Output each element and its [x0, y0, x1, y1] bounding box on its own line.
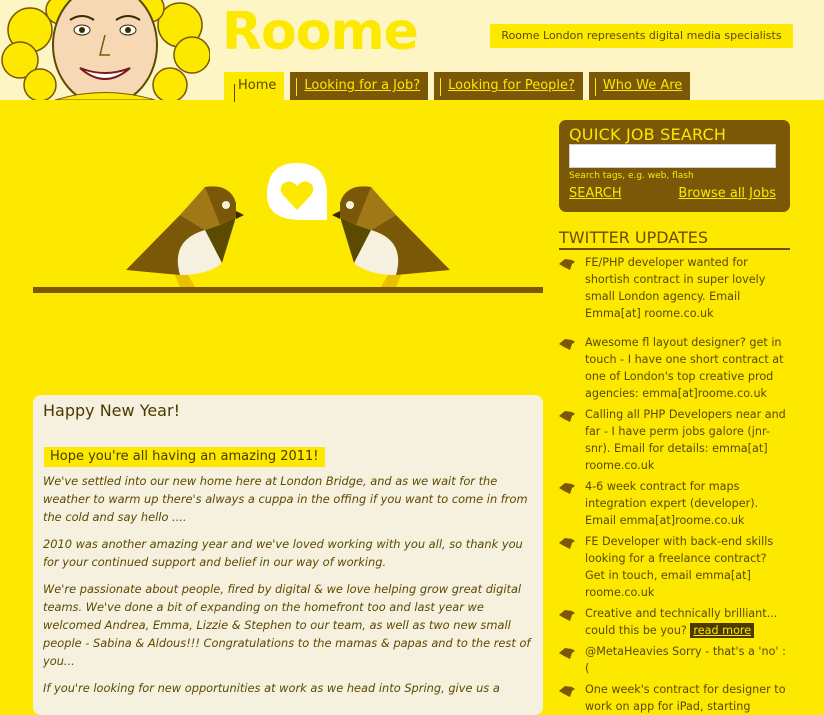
twitter-list: FE/PHP developer wanted for shortish con… [559, 254, 790, 715]
tweet-text: FE/PHP developer wanted for shortish con… [585, 256, 766, 320]
tweet-item: FE Developer with back-end skills lookin… [559, 533, 790, 601]
post-highlight: Hope you're all having an amazing 2011! [44, 447, 325, 467]
tweet-item: FE/PHP developer wanted for shortish con… [559, 254, 790, 322]
news-panel: Happy New Year! Hope you're all having a… [33, 395, 543, 715]
tweet-item: Calling all PHP Developers near and far … [559, 406, 790, 474]
bird-icon [559, 259, 575, 270]
post-paragraph: We're passionate about people, fired by … [43, 582, 531, 668]
tweet-item: Creative and technically brilliant... co… [559, 605, 790, 639]
tweet-text: Awesome fl layout designer? get in touch… [585, 336, 784, 400]
tweet-item: @MetaHeavies Sorry - that's a 'no' :( [559, 643, 790, 677]
main-nav: Home Looking for a Job? Looking for Peop… [224, 72, 696, 102]
browse-all-jobs-link[interactable]: Browse all Jobs [678, 186, 776, 201]
post-paragraph: We've settled into our new home here at … [43, 474, 528, 524]
tagline: Roome London represents digital media sp… [490, 24, 793, 48]
nav-home[interactable]: Home [224, 72, 285, 102]
read-more-link[interactable]: read more [690, 623, 755, 638]
twitter-title: TWITTER UPDATES [559, 228, 790, 250]
tweet-text: Calling all PHP Developers near and far … [585, 408, 786, 472]
post-title: Happy New Year! [43, 401, 180, 420]
mascot-illustration [0, 0, 210, 100]
search-hint: Search tags, e.g. web, flash [569, 171, 694, 181]
nav-looking-for-job[interactable]: Looking for a Job? [290, 72, 429, 100]
tweet-text: FE Developer with back-end skills lookin… [585, 535, 774, 599]
job-search-input[interactable] [569, 144, 776, 168]
bird-icon [559, 538, 575, 549]
tweet-text: @MetaHeavies Sorry - that's a 'no' :( [585, 645, 786, 675]
post-paragraph: 2010 was another amazing year and we've … [43, 537, 523, 569]
bird-icon [559, 686, 575, 697]
lovebirds-illustration [30, 155, 546, 300]
nav-looking-for-people[interactable]: Looking for People? [434, 72, 583, 100]
bird-icon [559, 339, 575, 350]
bird-icon [559, 648, 575, 659]
tweet-item: One week's contract for designer to work… [559, 681, 790, 715]
quick-job-search: QUICK JOB SEARCH Search tags, e.g. web, … [559, 120, 790, 212]
bird-icon [559, 411, 575, 422]
nav-who-we-are[interactable]: Who We Are [588, 72, 691, 100]
search-title: QUICK JOB SEARCH [569, 125, 727, 144]
site-logo[interactable]: Roome [222, 2, 419, 62]
search-button[interactable]: SEARCH [569, 186, 622, 201]
tweet-item: 4-6 week contract for maps integration e… [559, 478, 790, 529]
bird-icon [559, 483, 575, 494]
bird-icon [559, 610, 575, 621]
tweet-text: One week's contract for designer to work… [585, 683, 786, 713]
post-paragraph: If you're looking for new opportunities … [43, 681, 500, 695]
tweet-item: Awesome fl layout designer? get in touch… [559, 334, 790, 402]
tweet-text: 4-6 week contract for maps integration e… [585, 480, 759, 527]
